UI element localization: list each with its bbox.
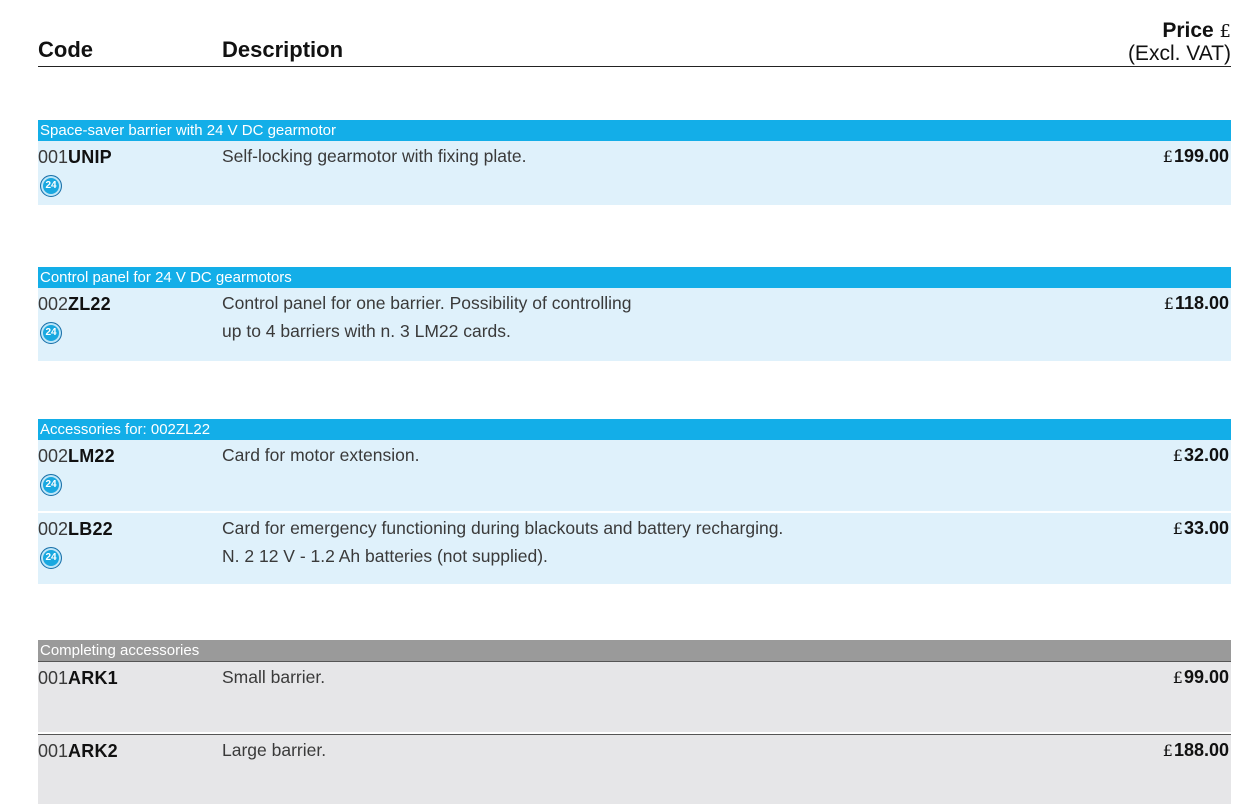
currency-symbol: £ (1163, 294, 1174, 313)
price-label: Price (1162, 19, 1214, 42)
column-header-price: Price £ (Excl. VAT) (1128, 20, 1231, 65)
currency-symbol: £ (1162, 147, 1173, 166)
product-description: Card for emergency functioning during bl… (222, 514, 783, 570)
product-description: Self-locking gearmotor with fixing plate… (222, 142, 526, 170)
code-suffix: ZL22 (68, 294, 111, 314)
price-value: 99.00 (1183, 667, 1229, 687)
currency-symbol: £ (1172, 668, 1183, 687)
product-description: Large barrier. (222, 736, 326, 764)
product-row: 001UNIP 24 Self-locking gearmotor with f… (38, 141, 1231, 207)
product-code: 001ARK1 (38, 668, 118, 689)
code-prefix: 002 (38, 446, 69, 466)
section-title: Accessories for: 002ZL22 (38, 419, 1231, 440)
price-vat-note: (Excl. VAT) (1127, 42, 1231, 65)
section-control-panel: Control panel for 24 V DC gearmotors 002… (38, 267, 1231, 363)
section-accessories-zl22: Accessories for: 002ZL22 002LM22 24 Card… (38, 419, 1231, 586)
product-description: Small barrier. (222, 663, 325, 691)
description-line-1: Card for emergency functioning during bl… (222, 518, 784, 538)
section-completing-accessories: Completing accessories 001ARK1 Small bar… (38, 640, 1231, 806)
product-row: 002ZL22 24 Control panel for one barrier… (38, 288, 1231, 363)
product-price: £188.00 (1163, 740, 1229, 761)
product-code: 002ZL22 (38, 294, 111, 315)
description-line-2: up to 4 barriers with n. 3 LM22 cards. (222, 321, 511, 341)
currency-symbol: £ (1172, 446, 1183, 465)
section-space-saver-barrier: Space-saver barrier with 24 V DC gearmot… (38, 120, 1231, 207)
24v-badge-icon: 24 (40, 474, 62, 496)
column-header-code: Code (38, 37, 93, 62)
description-line-1: Large barrier. (222, 740, 327, 760)
section-title: Space-saver barrier with 24 V DC gearmot… (38, 120, 1231, 141)
code-suffix: ARK2 (68, 741, 118, 761)
24v-badge-icon: 24 (40, 175, 62, 197)
description-line-1: Card for motor extension. (222, 445, 420, 465)
product-price: £199.00 (1163, 146, 1229, 167)
code-prefix: 002 (38, 519, 69, 539)
24v-badge-icon: 24 (40, 547, 62, 569)
product-code: 002LB22 (38, 519, 113, 540)
product-code: 001UNIP (38, 147, 112, 168)
code-prefix: 001 (38, 668, 69, 688)
currency-symbol: £ (1172, 519, 1183, 538)
description-line-1: Self-locking gearmotor with fixing plate… (222, 146, 527, 166)
product-price: £33.00 (1173, 518, 1229, 539)
column-header-description: Description (222, 37, 344, 62)
code-suffix: LB22 (68, 519, 113, 539)
code-suffix: UNIP (68, 147, 112, 167)
product-price: £118.00 (1164, 293, 1229, 314)
product-row: 001ARK2 Large barrier. £188.00 (38, 734, 1231, 804)
product-code: 002LM22 (38, 446, 115, 467)
currency-symbol: £ (1162, 741, 1173, 760)
description-line-1: Control panel for one barrier. Possibili… (222, 293, 632, 313)
price-value: 33.00 (1183, 518, 1229, 538)
price-currency-symbol: £ (1219, 21, 1231, 42)
price-value: 32.00 (1183, 445, 1229, 465)
product-code: 001ARK2 (38, 741, 118, 762)
product-price: £99.00 (1173, 667, 1229, 688)
product-price: £32.00 (1173, 445, 1229, 466)
price-value: 199.00 (1173, 146, 1229, 166)
product-row: 002LM22 24 Card for motor extension. £32… (38, 440, 1231, 513)
product-row: 001ARK1 Small barrier. £99.00 (38, 661, 1231, 732)
code-prefix: 001 (38, 147, 69, 167)
section-title: Control panel for 24 V DC gearmotors (38, 267, 1231, 288)
table-header: Code Description Price £ (Excl. VAT) (38, 0, 1231, 67)
section-title: Completing accessories (38, 640, 1231, 661)
product-row: 002LB22 24 Card for emergency functionin… (38, 513, 1231, 586)
price-value: 188.00 (1173, 740, 1229, 760)
product-description: Card for motor extension. (222, 441, 419, 469)
description-line-1: Small barrier. (222, 667, 326, 687)
description-line-2: N. 2 12 V - 1.2 Ah batteries (not suppli… (222, 546, 548, 566)
24v-badge-icon: 24 (40, 322, 62, 344)
code-suffix: ARK1 (68, 668, 118, 688)
price-value: 118.00 (1174, 293, 1229, 313)
code-suffix: LM22 (68, 446, 115, 466)
code-prefix: 001 (38, 741, 69, 761)
product-description: Control panel for one barrier. Possibili… (222, 289, 632, 345)
code-prefix: 002 (38, 294, 69, 314)
